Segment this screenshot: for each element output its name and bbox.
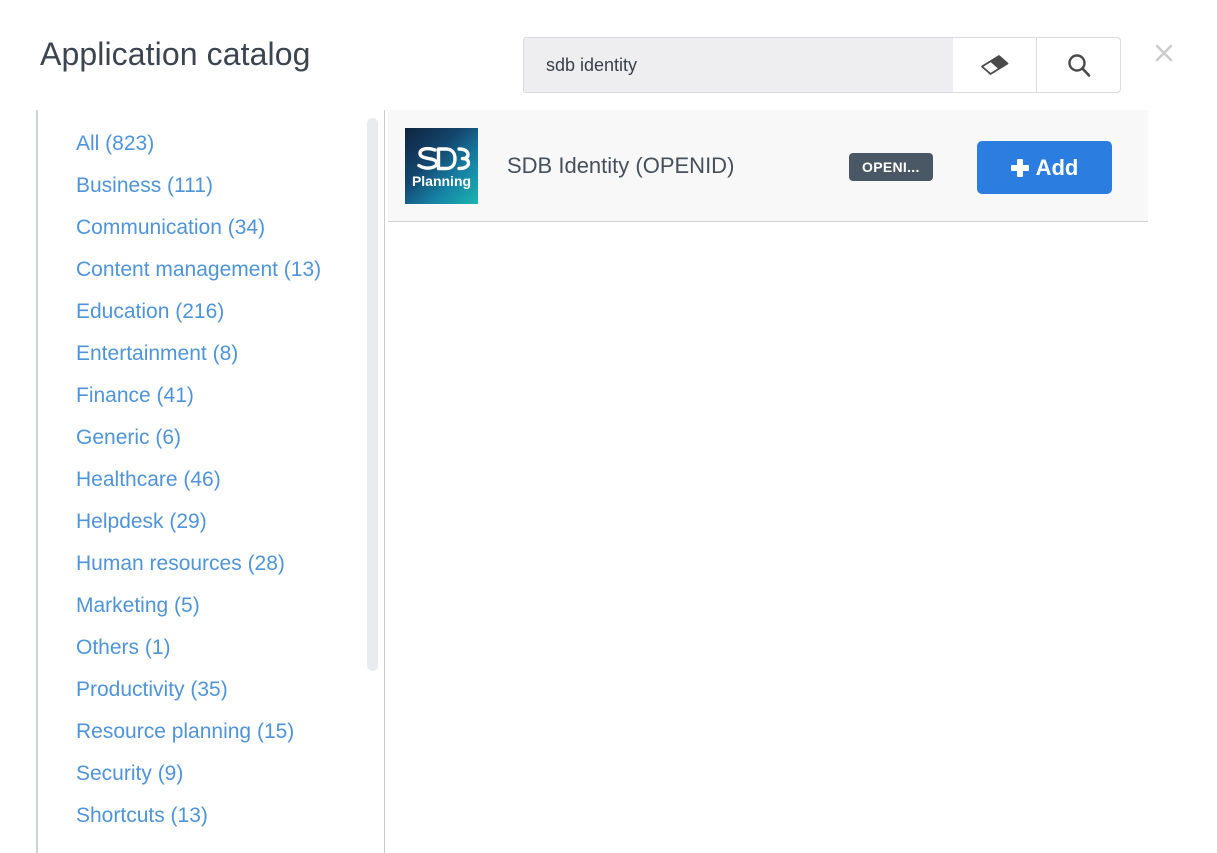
status-badge[interactable]: OPENI...: [849, 153, 933, 181]
add-button[interactable]: Add: [977, 141, 1112, 194]
left-divider: [36, 110, 38, 853]
sidebar-item-business[interactable]: Business (111): [56, 165, 366, 207]
sidebar-results-divider: [384, 110, 385, 853]
app-name: SDB Identity (OPENID): [507, 153, 735, 178]
sidebar-scrollbar-thumb[interactable]: [367, 118, 378, 671]
close-icon: [1153, 42, 1175, 67]
sidebar-item-security[interactable]: Security (9): [56, 753, 366, 795]
search-bar: [523, 37, 1121, 93]
category-sidebar: All (823) Business (111) Communication (…: [56, 110, 366, 853]
eraser-icon: [980, 54, 1010, 76]
sidebar-item-helpdesk[interactable]: Helpdesk (29): [56, 501, 366, 543]
sidebar-item-resource-planning[interactable]: Resource planning (15): [56, 711, 366, 753]
svg-text:Planning: Planning: [412, 173, 471, 189]
plus-icon: [1010, 158, 1029, 177]
sidebar-item-content-management[interactable]: Content management (13): [56, 249, 366, 291]
results-list: Planning SDB Identity (OPENID) OPENI... …: [388, 110, 1148, 853]
search-icon: [1066, 52, 1092, 78]
search-input[interactable]: [523, 37, 953, 93]
sidebar-item-finance[interactable]: Finance (41): [56, 375, 366, 417]
sidebar-item-all[interactable]: All (823): [56, 123, 366, 165]
app-logo-icon: Planning: [405, 128, 478, 204]
table-row[interactable]: Planning SDB Identity (OPENID) OPENI... …: [388, 110, 1148, 222]
search-submit-button[interactable]: [1037, 37, 1121, 93]
add-button-label: Add: [1035, 154, 1079, 180]
sidebar-item-communication[interactable]: Communication (34): [56, 207, 366, 249]
sidebar-item-shortcuts[interactable]: Shortcuts (13): [56, 795, 366, 837]
catalog-body: All (823) Business (111) Communication (…: [0, 110, 1217, 853]
sidebar-item-generic[interactable]: Generic (6): [56, 417, 366, 459]
sidebar-item-healthcare[interactable]: Healthcare (46): [56, 459, 366, 501]
sidebar-item-entertainment[interactable]: Entertainment (8): [56, 333, 366, 375]
sidebar-item-education[interactable]: Education (216): [56, 291, 366, 333]
close-button[interactable]: [1150, 40, 1178, 68]
sidebar-item-others[interactable]: Others (1): [56, 627, 366, 669]
sidebar-item-human-resources[interactable]: Human resources (28): [56, 543, 366, 585]
page-title: Application catalog: [40, 36, 311, 72]
sidebar-item-marketing[interactable]: Marketing (5): [56, 585, 366, 627]
sidebar-item-productivity[interactable]: Productivity (35): [56, 669, 366, 711]
clear-search-button[interactable]: [953, 37, 1037, 93]
application-catalog-dialog: Application catalog sdb identity All (82…: [0, 0, 1217, 853]
category-list: All (823) Business (111) Communication (…: [56, 110, 366, 837]
